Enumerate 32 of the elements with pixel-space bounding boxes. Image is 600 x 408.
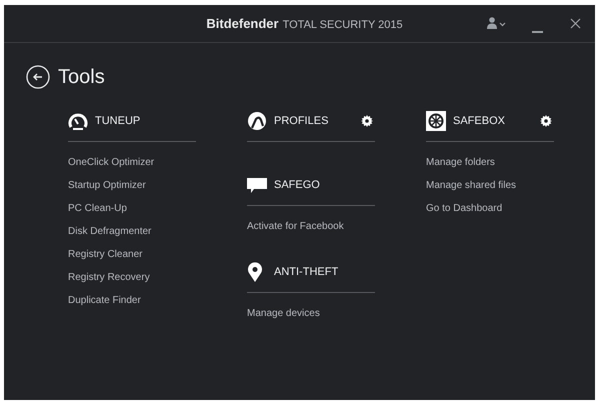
location-pin-icon [247,262,263,282]
tool-link[interactable]: Manage folders [426,151,495,174]
brand-name: Bitdefender [206,14,279,33]
back-icon [26,65,50,89]
tool-link[interactable]: Manage shared files [426,174,516,197]
tool-link[interactable]: Manage devices [247,302,320,325]
section-title: SAFEBOX [453,114,506,129]
tool-link[interactable]: OneClick Optimizer [68,151,154,174]
tool-link[interactable]: PC Clean-Up [68,197,127,220]
tool-link[interactable]: Registry Cleaner [68,243,142,266]
back-button[interactable] [26,65,50,89]
section-title: ANTI-THEFT [274,264,340,280]
product-name: TOTAL SECURITY 2015 [282,18,403,33]
tool-link[interactable]: Startup Optimizer [68,174,146,197]
user-icon [487,17,507,29]
gauge-icon [68,111,88,131]
tool-link[interactable]: Disk Defragmenter [68,220,152,243]
tool-link[interactable]: Duplicate Finder [68,289,141,312]
tool-link[interactable]: Activate for Facebook [247,215,344,238]
settings-icon[interactable] [540,115,552,127]
safe-icon [426,111,446,131]
page-title: Tools [58,65,105,90]
account-button[interactable] [487,17,507,29]
section-title: PROFILES [274,114,330,129]
close-button[interactable] [570,18,581,29]
settings-icon[interactable] [361,115,373,127]
section-title: SAFEGO [274,178,321,193]
speech-bubble-icon [247,176,267,194]
tool-link[interactable]: Go to Dashboard [426,197,502,220]
section-title: TUNEUP [95,114,142,129]
tool-link[interactable]: Registry Recovery [68,266,150,289]
close-icon [570,18,581,29]
